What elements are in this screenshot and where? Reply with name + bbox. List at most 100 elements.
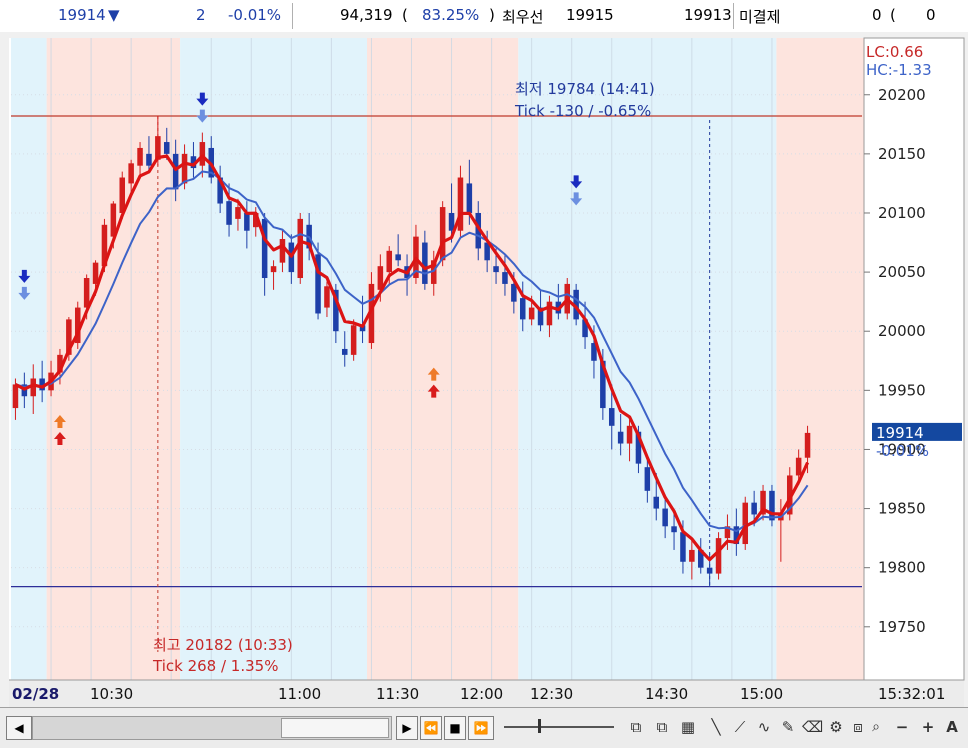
candle-body-30 — [279, 238, 286, 263]
candle-body-38 — [350, 325, 357, 355]
y-tick-label-0: 20200 — [878, 86, 926, 104]
zoom-icon[interactable]: ⌕ — [866, 716, 886, 738]
session-bands — [11, 38, 901, 680]
time-label: 15:32:01 — [878, 685, 945, 703]
trend-line-icon[interactable]: ⟋ — [730, 716, 750, 738]
play-button[interactable]: ▶ — [396, 716, 418, 740]
scroll-left-button[interactable]: ◀ — [6, 716, 32, 740]
candle-body-85 — [769, 490, 775, 521]
session-band-0 — [11, 38, 47, 680]
volume-paren-close: ) — [489, 6, 495, 24]
volume: 94,319 — [340, 6, 393, 24]
candle-body-32 — [297, 218, 304, 279]
high-annotation-line1: 최고 20182 (10:33) — [153, 636, 293, 654]
unfilled-value: 0 — [872, 6, 882, 24]
window-cascade-icon[interactable]: ⧉ — [652, 716, 672, 738]
candle-body-89 — [804, 432, 811, 458]
current-price-tag-value: 19914 — [876, 424, 924, 442]
pen-icon[interactable]: ✎ — [778, 716, 798, 738]
x-tick-label-5: 14:30 — [645, 685, 688, 703]
zoom-out-button[interactable]: − — [892, 716, 912, 738]
window-tile-icon[interactable]: ⧉ — [626, 716, 646, 738]
candle-body-51 — [466, 183, 473, 213]
y-tick-label-4: 20000 — [878, 322, 926, 340]
candle-body-79 — [715, 538, 722, 574]
candle-body-69 — [626, 425, 633, 444]
candle-body-88 — [795, 457, 802, 476]
export-icon[interactable]: ⧈ — [848, 716, 868, 738]
y-tick-label-2: 20100 — [878, 204, 926, 222]
candle-body-0 — [12, 384, 19, 409]
candle-body-48 — [439, 207, 446, 261]
candle-body-72 — [653, 496, 660, 509]
y-tick-label-3: 20050 — [878, 263, 926, 281]
down-arrow-icon: ▼ — [108, 6, 120, 24]
y-tick-label-5: 19950 — [878, 381, 926, 399]
candle-body-21 — [199, 142, 206, 166]
x-tick-label-6: 15:00 — [740, 685, 783, 703]
x-tick-label-0: 10:30 — [90, 685, 133, 703]
session-band-3 — [367, 38, 519, 680]
speed-slider-handle[interactable] — [538, 719, 541, 733]
horizontal-scrollbar[interactable] — [32, 716, 392, 740]
best-quote-label: 최우선 — [502, 8, 544, 26]
candle-body-54 — [493, 266, 499, 273]
candle-body-73 — [662, 508, 668, 527]
candle-body-78 — [706, 567, 713, 574]
font-size-button[interactable]: A — [942, 716, 962, 738]
stop-button[interactable]: ■ — [444, 716, 466, 740]
best-ask: 19915 — [566, 6, 614, 24]
candle-body-13 — [128, 163, 134, 184]
candle-body-67 — [608, 408, 615, 426]
candle-body-82 — [742, 502, 749, 545]
wave-line-icon[interactable]: ∿ — [754, 716, 774, 738]
toolbar: ◀ ▶ ⏪ ■ ⏩ ⧉ ⧉ ▦ ╲ ⟋ ∿ ✎ ⌫ ⚙ ⧈ ⌕ − + A — [0, 707, 968, 748]
lc-label: LC:0.66 — [866, 43, 923, 61]
price-change-percent: -0.01% — [228, 6, 282, 24]
candle-body-68 — [617, 431, 624, 444]
speed-slider[interactable] — [504, 719, 614, 733]
candle-body-55 — [502, 272, 508, 284]
current-price-tag-change: -0.01% — [876, 442, 929, 460]
low-annotation-line1: 최저 19784 (14:41) — [515, 80, 655, 98]
zoom-in-button[interactable]: + — [918, 716, 938, 738]
session-band-2 — [180, 38, 367, 680]
low-annotation-line2: Tick -130 / -0.65% — [514, 102, 651, 120]
candle-body-25 — [235, 207, 241, 219]
candle-body-43 — [395, 254, 401, 261]
hc-label: HC:-1.33 — [866, 61, 932, 79]
candle-body-26 — [244, 212, 250, 231]
candle-82 — [742, 496, 749, 550]
scrollbar-thumb[interactable] — [281, 718, 389, 738]
candle-32 — [297, 212, 304, 284]
current-price: 19914 — [58, 6, 106, 24]
candle-body-83 — [751, 502, 757, 515]
unfilled-change: 0 — [926, 6, 936, 24]
candle-body-19 — [181, 153, 188, 184]
candle-body-28 — [261, 218, 268, 279]
candle-body-56 — [511, 283, 517, 302]
candle-body-35 — [324, 286, 330, 308]
y-tick-label-8: 19800 — [878, 559, 926, 577]
candle-body-9 — [92, 262, 99, 284]
unfilled-label: 미결제 — [739, 8, 781, 26]
candle-body-29 — [270, 266, 277, 273]
settings-icon[interactable]: ⚙ — [826, 716, 846, 738]
candle-body-17 — [163, 142, 170, 154]
candle-79 — [715, 532, 722, 580]
draw-line-icon[interactable]: ╲ — [706, 716, 726, 738]
fast-forward-button[interactable]: ⏩ — [468, 716, 494, 740]
grid-pattern-icon[interactable]: ▦ — [678, 716, 698, 738]
volume-paren-open: ( — [402, 6, 408, 24]
date-label: 02/28 — [12, 685, 59, 703]
candle-85 — [769, 484, 775, 527]
y-axis-panel — [863, 37, 965, 681]
candle-body-75 — [680, 532, 686, 562]
candle-body-46 — [422, 242, 428, 284]
eraser-icon[interactable]: ⌫ — [802, 716, 823, 738]
y-tick-label-1: 20150 — [878, 145, 926, 163]
candle-body-60 — [546, 301, 553, 326]
rewind-button[interactable]: ⏪ — [420, 716, 442, 740]
candle-body-76 — [689, 549, 695, 562]
chart-window: 19914 ▼ 2 -0.01% 94,319 ( 83.25% ) 최우선 1… — [0, 0, 968, 748]
